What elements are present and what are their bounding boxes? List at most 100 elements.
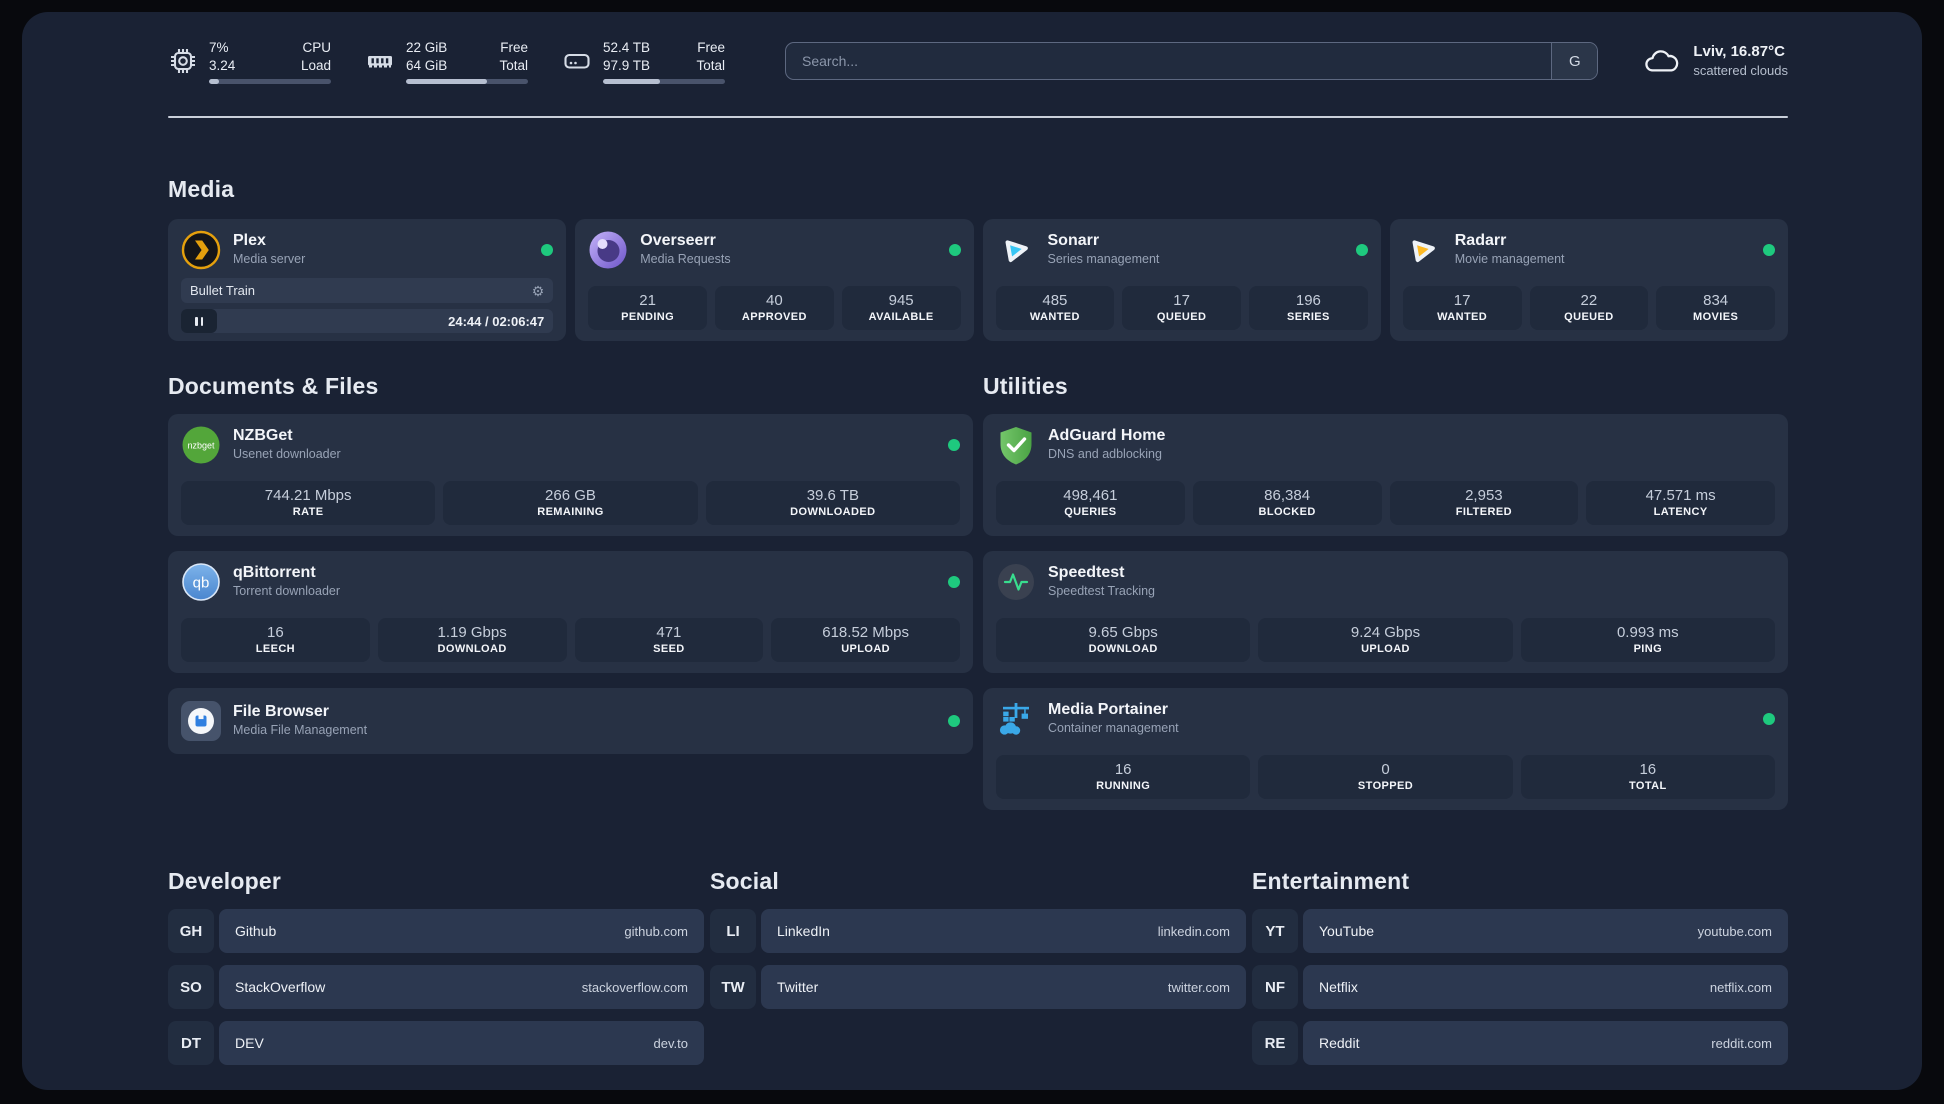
stat-box: 22 QUEUED	[1529, 286, 1649, 330]
link-netflix[interactable]: NF Netflix netflix.com	[1252, 965, 1788, 1009]
card-subtitle: Torrent downloader	[233, 584, 341, 598]
card-subtitle: Movie management	[1454, 252, 1565, 266]
link-name: YouTube	[1319, 923, 1375, 939]
search-engine-button[interactable]: G	[1551, 43, 1598, 79]
header-divider	[168, 116, 1788, 118]
status-online-dot	[1763, 244, 1775, 256]
stat-box: 196 SERIES	[1249, 286, 1368, 330]
radarr-icon	[1403, 230, 1443, 270]
stat-value: 86,384	[1264, 487, 1311, 504]
card-filebrowser[interactable]: File Browser Media File Management	[168, 688, 973, 754]
stat-box: 16 LEECH	[181, 618, 370, 662]
stat-label: STOPPED	[1357, 780, 1414, 792]
stat-label: MOVIES	[1693, 311, 1739, 323]
link-name: Github	[235, 923, 277, 939]
disk-free-value: 52.4 TB	[603, 39, 651, 55]
stat-label: RATE	[292, 506, 324, 518]
stat-label: LATENCY	[1653, 506, 1708, 518]
link-name: Twitter	[777, 979, 819, 995]
storage-widget: 52.4 TB 97.9 TB Free Total	[562, 39, 725, 84]
status-online-dot	[948, 244, 961, 256]
card-radarr[interactable]: Radarr Movie management 17 WANTED 22 QUE…	[1389, 219, 1788, 341]
card-sonarr[interactable]: Sonarr Series management 485 WANTED 17 Q…	[982, 219, 1381, 341]
github-icon: GH	[168, 909, 214, 953]
cpu-widget: 7% 3.24 CPU Load	[168, 39, 331, 84]
stat-label: DOWNLOAD	[1088, 643, 1158, 655]
pause-button[interactable]	[181, 309, 217, 333]
link-pill: Twitter twitter.com	[761, 965, 1246, 1009]
link-linkedin[interactable]: LI LinkedIn linkedin.com	[710, 909, 1246, 953]
stat-value: 618.52 Mbps	[822, 624, 909, 641]
link-stackoverflow[interactable]: SO StackOverflow stackoverflow.com	[168, 965, 704, 1009]
status-online-dot	[541, 244, 554, 256]
speedtest-icon	[996, 562, 1036, 602]
dev-icon: DT	[168, 1021, 214, 1065]
stat-label: QUEUED	[1156, 311, 1207, 323]
stat-label: WANTED	[1029, 311, 1080, 323]
link-url: netflix.com	[1709, 979, 1772, 995]
section-heading-documents: Documents & Files	[168, 373, 379, 399]
search-input[interactable]	[786, 43, 1552, 79]
stat-value: 9.24 Gbps	[1350, 624, 1421, 641]
link-reddit[interactable]: RE Reddit reddit.com	[1252, 1021, 1788, 1065]
stat-box: 834 MOVIES	[1656, 286, 1775, 330]
link-url: linkedin.com	[1157, 923, 1230, 939]
documents-column: Documents & Files nzbget NZBGet Usenet d	[168, 373, 973, 810]
stat-label: WANTED	[1437, 311, 1488, 323]
weather-condition: scattered clouds	[1693, 63, 1788, 78]
card-title: Radarr	[1454, 232, 1507, 249]
card-overseerr[interactable]: Overseerr Media Requests 21 PENDING 40 A…	[575, 219, 974, 341]
overseerr-icon	[588, 230, 628, 270]
link-url: stackoverflow.com	[581, 979, 688, 995]
top-bar: 7% 3.24 CPU Load 22 GiB 64 GiB Free Tota…	[168, 32, 1788, 90]
portainer-icon	[996, 699, 1036, 739]
stat-value: 834	[1703, 292, 1729, 309]
stat-label: FILTERED	[1455, 506, 1512, 518]
link-pill: Netflix netflix.com	[1303, 965, 1788, 1009]
ram-total-label: Total	[499, 57, 528, 73]
card-title: Media Portainer	[1048, 701, 1169, 718]
nzbget-icon: nzbget	[181, 425, 221, 465]
card-adguard[interactable]: AdGuard Home DNS and adblocking 498,461 …	[983, 414, 1788, 536]
stat-value: 17	[1453, 292, 1471, 309]
stat-label: LEECH	[255, 643, 296, 655]
status-online-dot	[948, 715, 960, 727]
memory-widget: 22 GiB 64 GiB Free Total	[365, 39, 528, 84]
status-online-dot	[1763, 713, 1775, 725]
link-youtube[interactable]: YT YouTube youtube.com	[1252, 909, 1788, 953]
cpu-load-value: 3.24	[209, 57, 236, 73]
link-github[interactable]: GH Github github.com	[168, 909, 704, 953]
card-plex[interactable]: Plex Media server Bullet Train ⚙ 24:44 /…	[168, 219, 567, 341]
stat-box: 86,384 BLOCKED	[1192, 481, 1382, 525]
card-speedtest[interactable]: Speedtest Speedtest Tracking 9.65 Gbps D…	[983, 551, 1788, 673]
link-url: youtube.com	[1697, 923, 1772, 939]
link-name: StackOverflow	[235, 979, 326, 995]
stat-box: 0.993 ms PING	[1520, 618, 1775, 662]
gear-icon[interactable]: ⚙	[532, 284, 545, 298]
stat-value: 485	[1042, 292, 1068, 309]
link-name: DEV	[235, 1035, 264, 1051]
link-pill: DEV dev.to	[219, 1021, 704, 1065]
card-subtitle: Media Requests	[640, 252, 731, 266]
card-subtitle: Media server	[233, 252, 306, 266]
stat-box: 618.52 Mbps UPLOAD	[771, 618, 960, 662]
ram-total-value: 64 GiB	[406, 57, 448, 73]
developer-column: Developer GH Github github.com SO StackO…	[168, 868, 704, 1077]
card-portainer[interactable]: Media Portainer Container management 16 …	[983, 688, 1788, 810]
stat-label: DOWNLOAD	[437, 643, 507, 655]
card-subtitle: DNS and adblocking	[1048, 447, 1162, 461]
stat-box: 47.571 ms LATENCY	[1586, 481, 1775, 525]
twitter-icon: TW	[710, 965, 756, 1009]
stat-box: 40 APPROVED	[715, 286, 834, 330]
card-nzbget[interactable]: nzbget NZBGet Usenet downloader 744.21 M…	[168, 414, 973, 536]
stat-value: 22	[1580, 292, 1598, 309]
link-pill: StackOverflow stackoverflow.com	[219, 965, 704, 1009]
filebrowser-icon	[181, 701, 221, 741]
link-twitter[interactable]: TW Twitter twitter.com	[710, 965, 1246, 1009]
social-column: Social LI LinkedIn linkedin.com TW Twitt…	[710, 868, 1246, 1077]
link-dev[interactable]: DT DEV dev.to	[168, 1021, 704, 1065]
stat-label: BLOCKED	[1258, 506, 1316, 518]
status-online-dot	[1355, 244, 1368, 256]
card-qbittorrent[interactable]: qb qBittorrent Torrent downloader 16 LEE…	[168, 551, 973, 673]
stat-value: 266 GB	[545, 487, 596, 504]
